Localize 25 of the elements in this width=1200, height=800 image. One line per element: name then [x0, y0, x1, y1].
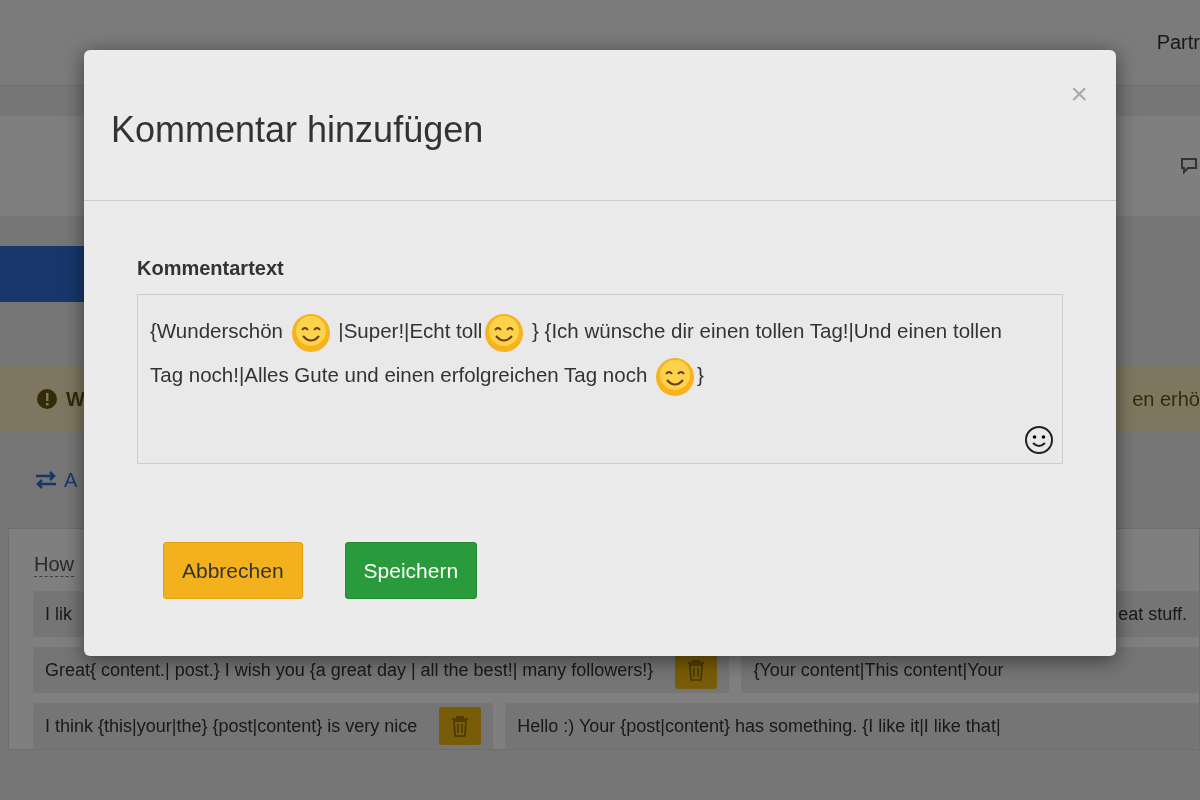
- comment-text: I think {this|your|the} {post|content} is very nice: [45, 715, 418, 737]
- swap-icon: [34, 471, 58, 489]
- comment-text: I lik: [45, 603, 72, 625]
- section-heading: How: [34, 553, 74, 577]
- smiling-face-icon: [484, 312, 525, 353]
- smiling-face-icon: [290, 312, 331, 353]
- warning-icon: [36, 388, 58, 410]
- emoji-picker-icon[interactable]: [1024, 425, 1054, 455]
- comment-text: Hello :) Your {post|content} has something. {I like it|I like that|: [517, 715, 1001, 737]
- cancel-button[interactable]: Abbrechen: [163, 542, 303, 599]
- field-label: Kommentartext: [137, 257, 285, 280]
- save-button[interactable]: Speichern: [344, 542, 478, 599]
- action-link[interactable]: A: [34, 468, 78, 492]
- comment-text: {Your content|This content|Your: [753, 659, 1004, 681]
- trash-icon: [451, 715, 470, 737]
- comment-field[interactable]: {Wunderschön |Super!|Echt toll } {Ich wünsche dir einen tollen Tag!|Und einen tollen Tag noch!|Alles Gute und einen erfolgreichen Tag noch }: [137, 294, 1063, 464]
- warning-text: en erhö: [1132, 387, 1200, 411]
- chat-icon[interactable]: [1180, 156, 1200, 176]
- trash-icon: [687, 659, 706, 681]
- warning-text: W: [66, 387, 85, 411]
- smiling-face-icon: [655, 356, 695, 397]
- nav-link[interactable]: Partr: [1156, 31, 1200, 54]
- comment-text: eat stuff.: [1118, 603, 1187, 625]
- dialog-title: Kommentar hinzufügen: [111, 109, 484, 151]
- comment-text: Great{ content.| post.} I wish you {a great day | all the best!| many followers!}: [45, 659, 654, 681]
